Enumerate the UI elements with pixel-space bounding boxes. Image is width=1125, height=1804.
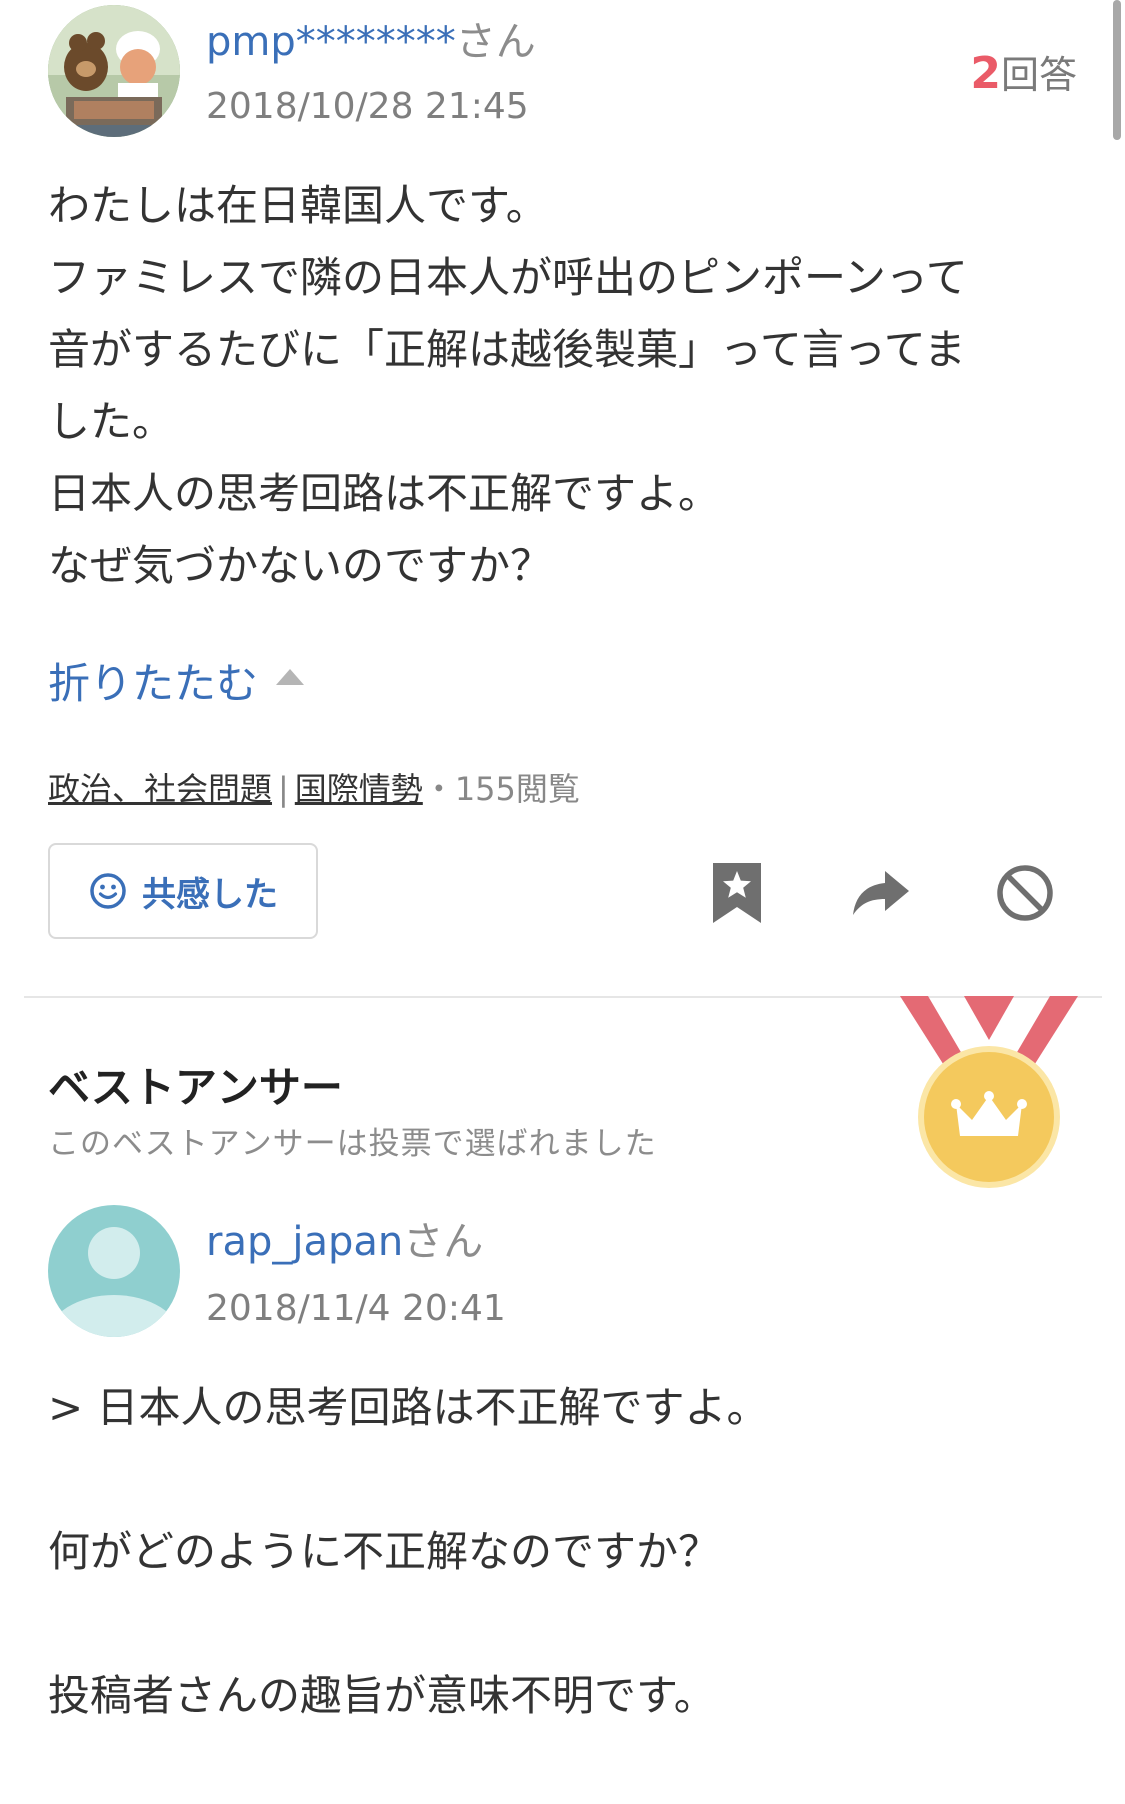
questioner-username[interactable]: pmp******** <box>206 19 456 65</box>
medal-icon <box>900 996 1078 1188</box>
answerer-avatar[interactable] <box>48 1205 180 1337</box>
scrollbar-thumb[interactable] <box>1113 0 1121 140</box>
view-count: ・155閲覧 <box>422 770 580 808</box>
question-line: 日本人の思考回路は不正解ですよ。 <box>48 469 721 518</box>
answer-count-unit: 回答 <box>1000 53 1077 97</box>
questioner-avatar[interactable] <box>48 5 180 137</box>
question-body: わたしは在日韓国人です。 ファミレスで隣の日本人が呼出のピンポーンって 音がする… <box>48 170 1088 602</box>
question-line: わたしは在日韓国人です。 <box>48 181 548 230</box>
share-button[interactable] <box>844 858 918 928</box>
character-avatar-illustration <box>48 5 180 137</box>
sympathy-label[interactable]: 共感した <box>142 867 278 916</box>
question-line: した。 <box>48 397 175 446</box>
category-separator: | <box>278 770 289 808</box>
question-line: なぜ気づかないのですか？ <box>48 541 553 590</box>
triangle-up-icon <box>276 668 305 685</box>
answer-body: > 日本人の思考回路は不正解ですよ。 何がどのように不正解なのですか？ 投稿者さ… <box>48 1372 1088 1804</box>
answerer-name[interactable]: rap_japanさん <box>206 1214 483 1270</box>
question-date: 2018/10/28 21:45 <box>206 86 529 127</box>
bookmark-button[interactable] <box>704 858 770 928</box>
questioner-name[interactable]: pmp********さん <box>206 14 536 70</box>
question-line: ファミレスで隣の日本人が呼出のピンポーンって <box>48 253 968 302</box>
answer-count-number: 2 <box>970 48 1001 99</box>
bookmark-star-icon <box>713 863 761 923</box>
block-icon <box>997 865 1053 921</box>
category-row: 政治、社会問題 | 国際情勢・155閲覧 <box>48 764 580 810</box>
default-user-icon <box>48 1205 180 1337</box>
share-arrow-icon <box>853 871 909 915</box>
collapse-label[interactable]: 折りたたむ <box>48 659 258 708</box>
answer-paragraph: 何がどのように不正解なのですか？ <box>48 1527 721 1576</box>
best-answer-title: ベストアンサー <box>48 1063 343 1112</box>
collapse-toggle[interactable]: 折りたたむ <box>48 650 305 711</box>
questioner-honorific: さん <box>455 19 536 65</box>
smile-icon <box>90 873 126 909</box>
category-link-international[interactable]: 国際情勢 <box>295 770 423 808</box>
block-button[interactable] <box>988 856 1062 930</box>
category-link-politics[interactable]: 政治、社会問題 <box>48 770 272 808</box>
best-answer-subtitle: このベストアンサーは投票で選ばれました <box>48 1126 657 1162</box>
answer-paragraph: > 日本人の思考回路は不正解ですよ。 <box>48 1383 769 1432</box>
answer-paragraph: 投稿者さんの趣旨が意味不明です。 <box>48 1671 716 1720</box>
question-line: 音がするたびに「正解は越後製菓」って言ってま <box>48 325 966 374</box>
answer-date: 2018/11/4 20:41 <box>206 1288 506 1329</box>
answerer-honorific: さん <box>403 1219 484 1265</box>
sympathy-button[interactable]: 共感した <box>48 843 318 939</box>
answer-count: 2回答 <box>970 44 1077 99</box>
answerer-username[interactable]: rap_japan <box>206 1219 403 1265</box>
